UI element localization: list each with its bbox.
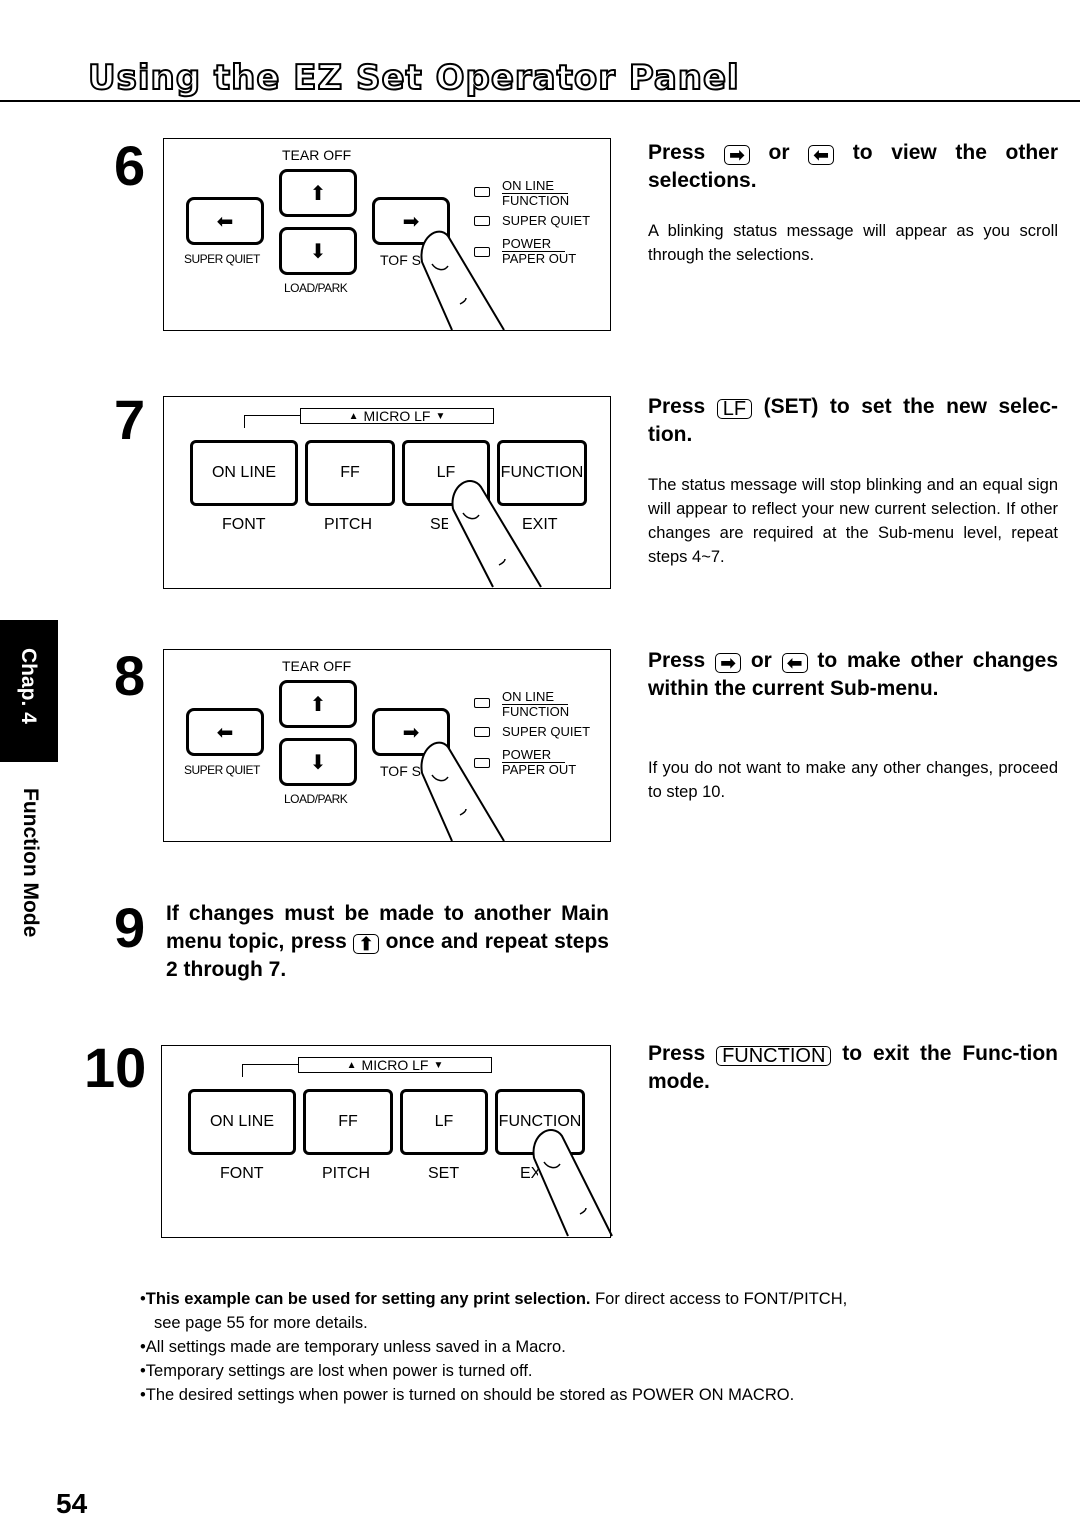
- step-number: 10: [84, 1036, 147, 1099]
- down-arrow-icon: ⬇: [309, 751, 327, 774]
- step-6-body: A blinking status message will appear as…: [648, 222, 1058, 264]
- left-key: ⬅: [186, 197, 264, 245]
- pitch-label: PITCH: [324, 516, 372, 533]
- left-key: ⬅: [186, 708, 264, 756]
- online-key: ON LINE: [190, 440, 298, 506]
- up-arrow-icon: ⬆: [309, 182, 327, 205]
- micro-down-icon: ▼: [435, 410, 446, 422]
- section-label: Function Mode: [19, 788, 42, 938]
- ff-key: FF: [303, 1089, 393, 1155]
- micro-lf-label: ▲ MICRO LF ▼: [298, 1057, 492, 1073]
- left-arrow-icon: ⬅: [216, 210, 234, 233]
- pressing-finger-icon: [532, 1129, 613, 1237]
- note-item: •All settings made are temporary unless …: [140, 1338, 566, 1356]
- step-number: 7: [114, 388, 146, 451]
- right-arrow-key-icon: ➡: [723, 145, 750, 165]
- note-item: •Temporary settings are lost when power …: [140, 1362, 533, 1380]
- step-8-body: If you do not want to make any other cha…: [648, 759, 1058, 801]
- micro-up-icon: ▲: [346, 1059, 357, 1071]
- font-label: FONT: [222, 516, 266, 533]
- left-arrow-key-icon: ⬅: [781, 653, 808, 673]
- notes-list: •This example can be used for setting an…: [140, 1287, 847, 1407]
- led-function-label: FUNCTION: [502, 704, 570, 719]
- ff-key: FF: [305, 440, 395, 506]
- super-quiet-label: SUPER QUIET: [184, 763, 260, 777]
- pressing-finger-icon: [420, 230, 505, 331]
- set-label: SET: [430, 516, 448, 533]
- tear-off-label: TEAR OFF: [282, 658, 352, 674]
- micro-up-icon: ▲: [348, 410, 359, 422]
- function-key-icon: FUNCTION: [716, 1045, 832, 1067]
- step-10-heading: Press FUNCTION to exit the Func-tion mod…: [648, 1042, 1058, 1093]
- note-continuation: see page 55 for more details.: [154, 1314, 368, 1332]
- note-item: •The desired settings when power is turn…: [140, 1386, 795, 1404]
- up-key: ⬆: [279, 680, 357, 728]
- up-arrow-icon: ⬆: [309, 693, 327, 716]
- step-number: 8: [114, 644, 146, 707]
- led-online: [474, 698, 490, 708]
- up-key: ⬆: [279, 169, 357, 217]
- title-divider: [0, 100, 1080, 102]
- set-label: SET: [428, 1165, 460, 1182]
- load-park-label: LOAD/PARK: [284, 281, 348, 295]
- page-title: Using the EZ Set Operator Panel: [87, 57, 740, 99]
- step-6-heading: Press ➡ or ⬅ to view the other selection…: [648, 141, 1059, 192]
- page-number: 54: [56, 1488, 88, 1519]
- down-key: ⬇: [279, 227, 357, 275]
- step-9-heading: If changes must be made to another Main …: [166, 902, 609, 981]
- pressing-finger-icon: [420, 741, 505, 842]
- led-online-label: ON LINE: [502, 179, 569, 194]
- right-arrow-key-icon: ➡: [715, 653, 742, 673]
- tear-off-label: TEAR OFF: [282, 147, 352, 163]
- chapter-label: Chap. 4: [17, 648, 40, 724]
- led-online-label: ON LINE: [502, 690, 569, 705]
- micro-lf-label: ▲ MICRO LF ▼: [300, 408, 494, 424]
- pressing-finger-icon: [451, 480, 542, 588]
- load-park-label: LOAD/PARK: [284, 792, 348, 806]
- online-key: ON LINE: [188, 1089, 296, 1155]
- pitch-label: PITCH: [322, 1165, 370, 1182]
- step-8-heading: Press ➡ or ⬅ to make other changes withi…: [648, 649, 1058, 700]
- function-panel-illustration: ▲ MICRO LF ▼ ON LINE FF LF FUNCTION FONT P…: [161, 1045, 613, 1238]
- step-7-heading: Press LF (SET) to set the new selec-tion…: [648, 395, 1059, 446]
- font-label: FONT: [220, 1165, 264, 1182]
- note-item: •This example can be used for setting an…: [140, 1290, 848, 1308]
- left-arrow-icon: ⬅: [216, 721, 234, 744]
- micro-down-icon: ▼: [433, 1059, 444, 1071]
- step-number: 6: [114, 134, 146, 197]
- left-arrow-key-icon: ⬅: [808, 145, 835, 165]
- down-arrow-icon: ⬇: [309, 240, 327, 263]
- arrow-panel-illustration: TEAR OFF ⬆ ⬇ ⬅ ➡ SUPER QUIET LOAD/PARK T…: [163, 138, 611, 331]
- up-arrow-key-icon: ⬆: [353, 934, 380, 954]
- step-number: 9: [114, 896, 146, 959]
- led-online: [474, 187, 490, 197]
- lf-key: LF: [400, 1089, 488, 1155]
- down-key: ⬇: [279, 738, 357, 786]
- led-function-label: FUNCTION: [502, 193, 570, 208]
- function-panel-illustration: ▲ MICRO LF ▼ ON LINE FF LF FUNCTION FONT P…: [163, 396, 611, 589]
- arrow-panel-illustration: TEAR OFF ⬆ ⬇ ⬅ ➡ SUPER QUIET LOAD/PARK T…: [163, 649, 611, 842]
- chapter-tab: Chap. 4: [0, 620, 58, 762]
- step-7-body: The status message will stop blinking an…: [648, 476, 1058, 566]
- super-quiet-label: SUPER QUIET: [184, 252, 260, 266]
- lf-key-icon: LF: [716, 398, 753, 420]
